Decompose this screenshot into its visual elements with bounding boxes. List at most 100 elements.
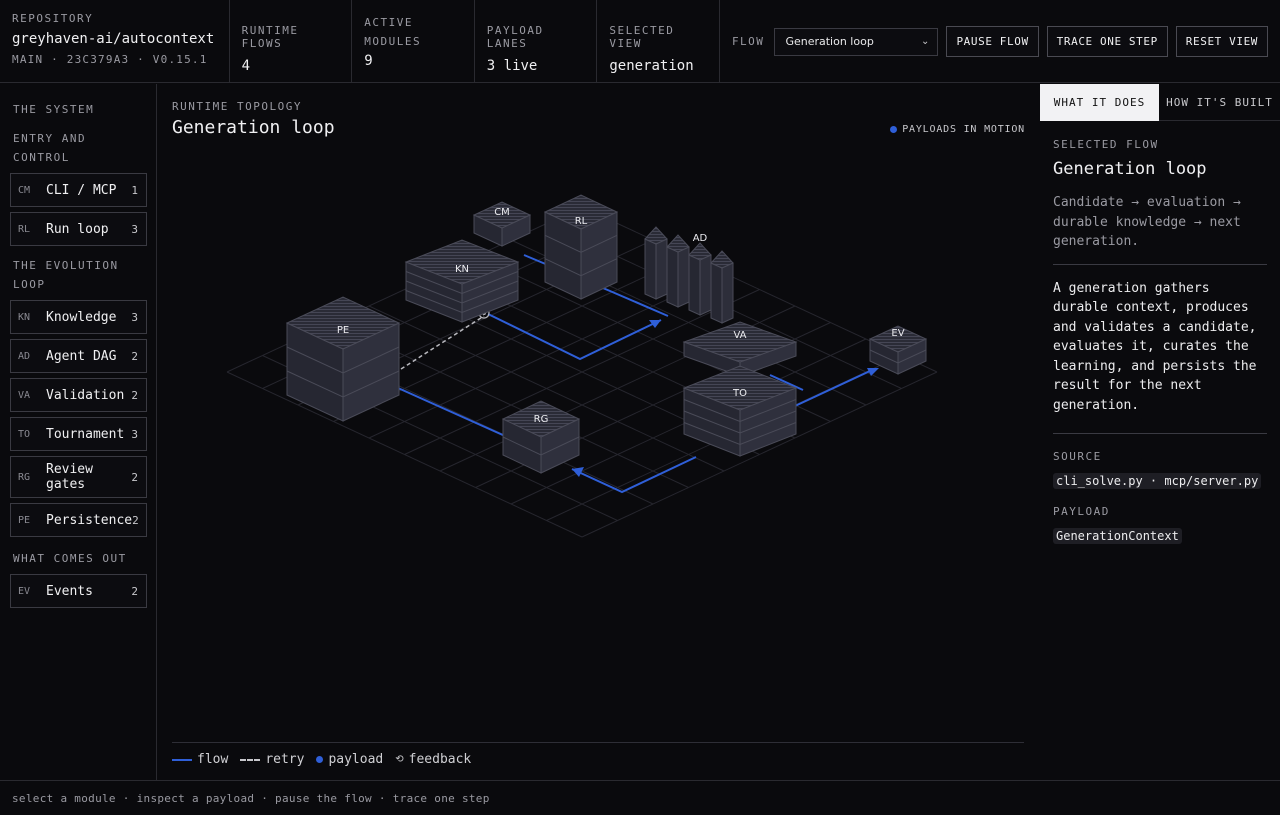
- module-count: 2: [131, 349, 138, 363]
- module-abbr: TO: [18, 428, 31, 440]
- legend-payload-label: payload: [328, 752, 384, 767]
- node-label: TO: [732, 388, 747, 399]
- stat-caption: SELECTED VIEW: [609, 24, 675, 50]
- flow-summary: Candidate → evaluation → durable knowled…: [1053, 193, 1267, 265]
- module-item-ev[interactable]: EV Events 2: [10, 574, 147, 608]
- module-item-pe[interactable]: PE Persistence 2: [10, 503, 147, 537]
- legend-retry: retry: [240, 752, 304, 767]
- module-count: 2: [131, 470, 138, 484]
- module-name: CLI / MCP: [46, 182, 117, 198]
- module-count: 3: [131, 427, 138, 441]
- pause-flow-button[interactable]: PAUSE FLOW: [946, 26, 1039, 57]
- node-side: [644, 238, 657, 300]
- node-pe[interactable]: PE: [285, 296, 401, 422]
- stat-value: 9: [364, 53, 373, 69]
- flow-edge-kn-ad: [487, 313, 662, 361]
- node-side: [666, 246, 679, 308]
- node-label: VA: [733, 330, 746, 341]
- node-ev[interactable]: EV: [868, 325, 928, 375]
- stat-caption: ACTIVE MODULES: [364, 16, 422, 48]
- module-item-cm[interactable]: CM CLI / MCP 1: [10, 173, 147, 207]
- module-count: 3: [131, 310, 138, 324]
- tab-how-its-built[interactable]: HOW IT'S BUILT: [1159, 84, 1280, 121]
- module-count: 2: [131, 584, 138, 598]
- node-side: [699, 254, 712, 316]
- stat-payload-lanes: PAYLOAD LANES 3 live: [475, 0, 598, 83]
- node-side: [655, 238, 668, 300]
- node-side: [721, 262, 734, 324]
- node-label: PE: [337, 325, 349, 336]
- repository-info: REPOSITORY greyhaven-ai/autocontext MAIN…: [0, 0, 230, 83]
- arrowhead: [572, 467, 584, 477]
- module-abbr: KN: [18, 311, 31, 323]
- node-side: [710, 262, 723, 324]
- flow-select[interactable]: Generation loop ⌄: [774, 27, 939, 56]
- module-item-to[interactable]: TO Tournament 3: [10, 417, 147, 451]
- module-name: Agent DAG: [46, 348, 117, 364]
- module-item-rg[interactable]: RG Review gates 2: [10, 456, 147, 498]
- node-label: EV: [891, 328, 904, 339]
- details-tabs: WHAT IT DOES HOW IT'S BUILT: [1040, 84, 1280, 121]
- trace-one-step-button[interactable]: TRACE ONE STEP: [1046, 26, 1168, 57]
- legend-feedback-label: feedback: [408, 752, 472, 767]
- flow-description: A generation gathers durable context, pr…: [1053, 279, 1267, 434]
- node-cm[interactable]: CM: [472, 201, 532, 247]
- node-label: CM: [494, 207, 510, 218]
- source-chip: cli_solve.py · mcp/server.py: [1053, 473, 1262, 489]
- group-heading: THE SYSTEM: [13, 103, 95, 116]
- flow-controls: FLOW Generation loop ⌄ PAUSE FLOW TRACE …: [720, 0, 1280, 83]
- stat-caption: PAYLOAD LANES: [486, 24, 544, 50]
- group-heading: ENTRY AND CONTROL: [13, 132, 87, 164]
- module-abbr: RL: [18, 223, 31, 235]
- chevron-down-icon: ⌄: [921, 36, 930, 47]
- topology-caption: RUNTIME TOPOLOGY: [172, 100, 302, 113]
- flow-line-icon: [172, 758, 192, 761]
- module-name: Run loop: [46, 221, 109, 237]
- module-name: Tournament: [46, 426, 125, 442]
- legend-flow-label: flow: [197, 752, 229, 767]
- legend-flow: flow: [172, 752, 228, 767]
- repository-name: greyhaven-ai/autocontext: [12, 31, 215, 47]
- module-item-ad[interactable]: AD Agent DAG 2: [10, 339, 147, 373]
- module-count: 2: [132, 513, 139, 527]
- node-rl[interactable]: RL: [543, 194, 619, 300]
- module-abbr: EV: [18, 585, 31, 597]
- dashed-line-icon: [240, 758, 261, 761]
- module-name: Validation: [46, 387, 125, 403]
- module-abbr: VA: [18, 389, 31, 401]
- stat-value: 4: [241, 58, 251, 74]
- module-name: Events: [46, 583, 93, 599]
- module-count: 3: [131, 222, 138, 236]
- stat-runtime-flows: RUNTIME FLOWS 4: [230, 0, 353, 83]
- module-item-rl[interactable]: RL Run loop 3: [10, 212, 147, 246]
- node-kn[interactable]: KN: [404, 239, 520, 323]
- node-label: RL: [575, 216, 588, 227]
- source-caption: SOURCE: [1053, 450, 1102, 463]
- stat-caption: RUNTIME FLOWS: [241, 24, 299, 50]
- stat-selected-view: SELECTED VIEW generation: [597, 0, 720, 83]
- group-heading: WHAT COMES OUT: [13, 552, 127, 565]
- module-abbr: RG: [18, 471, 31, 483]
- reset-view-button[interactable]: RESET VIEW: [1175, 26, 1269, 57]
- selected-flow-title: Generation loop: [1053, 159, 1207, 179]
- payload-chip: GenerationContext: [1053, 528, 1182, 544]
- topology-legend: flow retry payload ⟲ feedback: [172, 752, 471, 767]
- module-count: 2: [131, 388, 138, 402]
- module-name: Knowledge: [46, 309, 117, 325]
- module-sidebar: THE SYSTEM ENTRY AND CONTROL CM CLI / MC…: [0, 84, 157, 780]
- module-item-kn[interactable]: KN Knowledge 3: [10, 300, 147, 334]
- legend-feedback: ⟲ feedback: [395, 752, 471, 767]
- legend-divider: [172, 742, 1024, 743]
- stat-value: 3 live: [486, 58, 538, 74]
- node-label: AD: [693, 233, 708, 244]
- flow-edge-to-ev: [794, 370, 871, 407]
- module-item-va[interactable]: VA Validation 2: [10, 378, 147, 412]
- topology-diagram[interactable]: CM RL KN AD PE VA EV TO RG: [158, 84, 1039, 780]
- legend-retry-label: retry: [265, 752, 305, 767]
- module-name: Review gates: [46, 462, 93, 492]
- repository-meta: MAIN · 23C379A3 · V0.15.1: [12, 53, 208, 66]
- group-heading: THE EVOLUTION LOOP: [13, 259, 119, 291]
- node-side: [688, 254, 701, 316]
- tab-what-it-does[interactable]: WHAT IT DOES: [1040, 84, 1159, 121]
- module-abbr: PE: [18, 514, 31, 526]
